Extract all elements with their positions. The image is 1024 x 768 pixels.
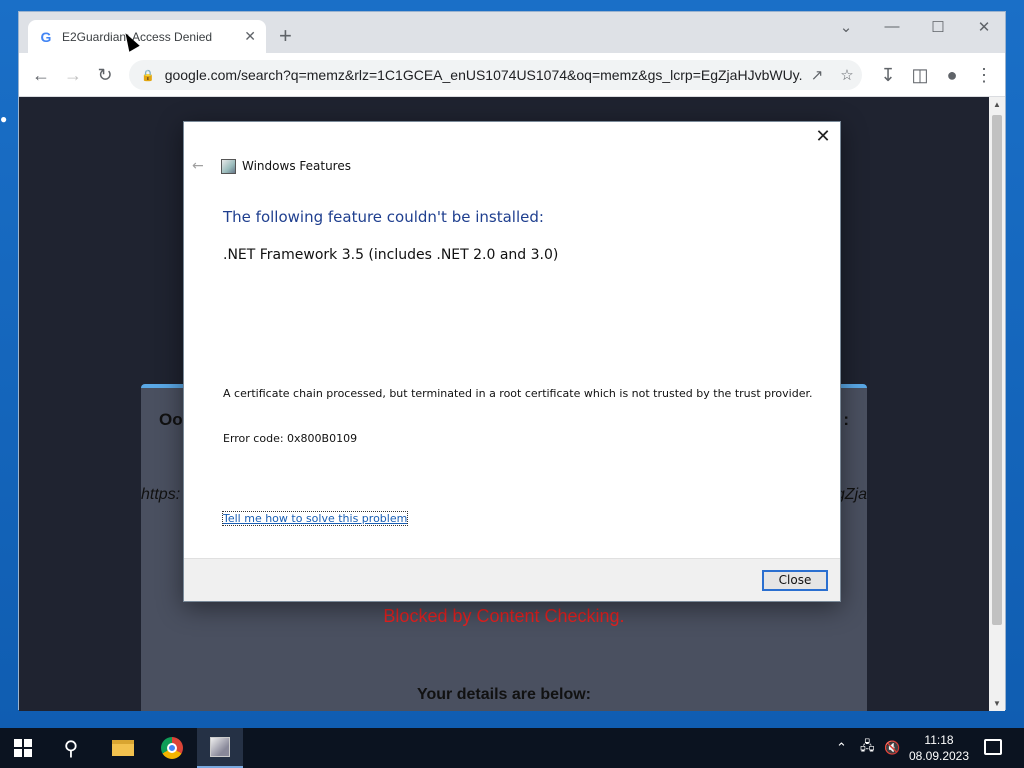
dialog-title: Windows Features — [242, 159, 351, 173]
tray-chevron-icon[interactable]: ⌃ — [836, 728, 847, 768]
back-button[interactable]: ← — [29, 63, 53, 87]
profile-avatar-icon[interactable]: ● — [940, 63, 964, 87]
side-panel-icon[interactable]: ◫ — [908, 63, 932, 87]
browser-toolbar: ← → ↻ 🔒 google.com/search?q=memz&rlz=1C1… — [19, 53, 1005, 97]
search-icon[interactable]: ⚲ — [48, 728, 94, 768]
taskbar-clock[interactable]: 11:18 08.09.2023 — [906, 732, 972, 764]
maximize-button[interactable]: ☐ — [923, 18, 953, 36]
desktop-icon-fragment[interactable]: ● — [0, 112, 18, 126]
forward-button[interactable]: → — [61, 63, 85, 87]
clock-date: 08.09.2023 — [908, 749, 970, 763]
file-explorer-icon[interactable] — [100, 728, 146, 768]
google-favicon-icon: G — [40, 28, 52, 45]
scrollbar-thumb[interactable] — [992, 115, 1002, 625]
tab-title: E2Guardian: Access Denied — [62, 29, 213, 44]
error-message: A certificate chain processed, but termi… — [223, 387, 813, 400]
share-icon[interactable]: ↗ — [802, 66, 832, 84]
chrome-icon[interactable] — [149, 728, 195, 768]
dialog-back-arrow-icon[interactable]: ← — [192, 158, 204, 174]
network-icon[interactable]: 🖧 — [860, 728, 875, 768]
windows-features-app-icon — [221, 159, 236, 174]
windows-features-dialog: ✕ ← Windows Features The following featu… — [183, 121, 841, 602]
clock-time: 11:18 — [924, 733, 954, 747]
title-colon-fragment: : — [843, 410, 849, 429]
failed-feature-name: .NET Framework 3.5 (includes .NET 2.0 an… — [223, 247, 559, 263]
tab-search-icon[interactable]: ⌄ — [831, 18, 861, 36]
blocked-reason-text: Blocked by Content Checking. — [383, 606, 625, 626]
minimize-button[interactable]: — — [877, 18, 907, 35]
page-title-fragment: Oo — [159, 410, 183, 429]
tab-strip: G E2Guardian: Access Denied ✕ + ⌄ — ☐ ✕ — [19, 12, 1005, 53]
windows-features-taskbar-icon[interactable] — [197, 728, 243, 768]
reload-button[interactable]: ↻ — [93, 63, 117, 87]
url-text[interactable]: google.com/search?q=memz&rlz=1C1GCEA_enU… — [165, 67, 802, 83]
download-icon[interactable]: ↧ — [876, 63, 900, 87]
notification-center-icon[interactable] — [984, 739, 1002, 755]
windows-logo-icon — [14, 739, 32, 757]
taskbar: ⚲ ⌃ 🖧 🔇 11:18 08.09.2023 — [0, 728, 1024, 768]
browser-tab[interactable]: G E2Guardian: Access Denied ✕ — [28, 20, 266, 53]
scroll-down-arrow-icon[interactable]: ▼ — [989, 699, 1005, 708]
address-bar[interactable]: 🔒 google.com/search?q=memz&rlz=1C1GCEA_e… — [129, 60, 862, 90]
blocked-url-fragment-left: https: — [141, 486, 181, 503]
dialog-footer: Close — [184, 558, 840, 601]
bookmark-star-icon[interactable]: ☆ — [832, 66, 862, 84]
close-button[interactable]: Close — [762, 570, 828, 591]
dialog-heading: The following feature couldn't be instal… — [223, 208, 544, 226]
lock-icon[interactable]: 🔒 — [141, 69, 155, 82]
dialog-close-icon[interactable]: ✕ — [814, 126, 832, 147]
start-button[interactable] — [0, 728, 46, 768]
error-code: Error code: 0x800B0109 — [223, 432, 358, 445]
scroll-up-arrow-icon[interactable]: ▲ — [989, 100, 1005, 109]
page-scrollbar[interactable]: ▲ ▼ — [989, 97, 1005, 711]
new-tab-button[interactable]: + — [279, 24, 292, 48]
tab-close-icon[interactable]: ✕ — [244, 28, 256, 45]
menu-kebab-icon[interactable]: ⋮ — [972, 63, 996, 87]
window-close-button[interactable]: ✕ — [969, 18, 999, 36]
volume-muted-icon[interactable]: 🔇 — [884, 728, 900, 768]
help-link[interactable]: Tell me how to solve this problem — [221, 511, 409, 526]
details-heading: Your details are below: — [417, 686, 591, 703]
